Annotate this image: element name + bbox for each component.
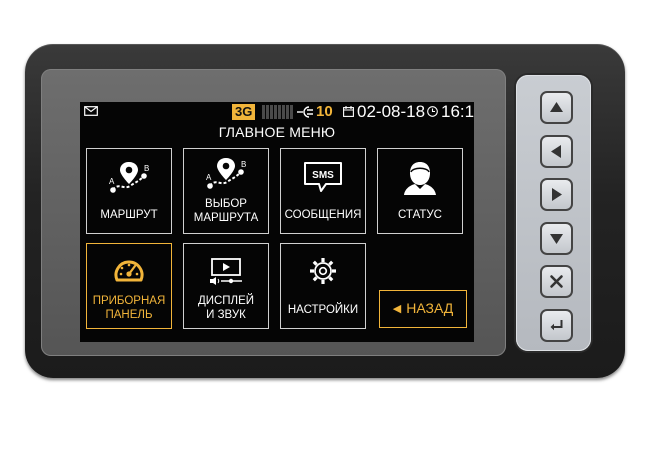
close-icon [550, 275, 563, 288]
enter-icon [550, 320, 563, 331]
settings-tile[interactable]: НАСТРОЙКИ [280, 243, 366, 329]
display-sound-icon [210, 258, 242, 285]
back-button[interactable]: ◀ НАЗАД [379, 290, 467, 328]
envelope-icon [84, 106, 98, 116]
route-point-a: A [109, 177, 115, 186]
route-point-b: B [241, 160, 246, 169]
time-text: 16:15 [441, 102, 474, 121]
down-arrow-icon [550, 234, 563, 244]
clock-icon [427, 106, 438, 117]
tile-label-line2: И ЗВУК [206, 309, 246, 321]
screen: 3G 10 02-08-18 16:15 ГЛАВНОЕ МЕНЮ [80, 102, 474, 342]
route-icon: A B [109, 162, 149, 193]
gear-icon [310, 258, 336, 284]
left-button[interactable] [540, 135, 573, 168]
left-arrow-icon [551, 145, 561, 158]
sms-icon-text: SMS [312, 170, 334, 181]
messages-tile[interactable]: SMS СООБЩЕНИЯ [280, 148, 366, 234]
up-arrow-icon [550, 102, 563, 112]
route-point-a: A [206, 173, 212, 182]
dashboard-gauge-icon [114, 260, 144, 282]
status-tile[interactable]: СТАТУС [377, 148, 463, 234]
tile-label-line1: ДИСПЛЕЙ [197, 295, 255, 307]
status-bar: 3G 10 02-08-18 16:15 [80, 102, 474, 122]
route-tile[interactable]: A B МАРШРУТ [86, 148, 172, 234]
enter-button[interactable] [540, 309, 573, 342]
back-label: НАЗАД [406, 300, 454, 316]
tile-label: МАРШРУТ [100, 209, 158, 221]
close-button[interactable] [540, 265, 573, 298]
tile-label-line1: ВЫБОР [205, 198, 247, 210]
sms-icon: SMS [304, 162, 342, 192]
back-arrow-icon: ◀ [392, 303, 402, 315]
down-button[interactable] [540, 222, 573, 255]
network-badge: 3G [232, 104, 256, 120]
tile-label-line1: ПРИБОРНАЯ [92, 295, 166, 307]
right-button[interactable] [540, 178, 573, 211]
signal-bars-icon [262, 105, 293, 119]
route-select-tile[interactable]: A B ВЫБОР МАРШРУТА [183, 148, 269, 234]
tile-label: НАСТРОЙКИ [287, 304, 359, 316]
up-button[interactable] [540, 91, 573, 124]
route-select-icon: A B [206, 158, 246, 189]
tile-label-line2: МАРШРУТА [193, 212, 259, 224]
satellite-plug-icon [297, 106, 313, 118]
user-status-icon [404, 162, 436, 195]
tile-label-line2: ПАНЕЛЬ [105, 309, 153, 321]
page-title: ГЛАВНОЕ МЕНЮ [218, 124, 336, 140]
display-sound-tile[interactable]: ДИСПЛЕЙ И ЗВУК [183, 243, 269, 329]
right-arrow-icon [552, 188, 562, 201]
tile-label: СТАТУС [398, 209, 442, 221]
route-point-b: B [144, 164, 149, 173]
satellite-count: 10 [316, 103, 333, 120]
tile-label: СООБЩЕНИЯ [284, 209, 362, 221]
dashboard-tile[interactable]: ПРИБОРНАЯ ПАНЕЛЬ [86, 243, 172, 329]
calendar-icon [343, 106, 354, 117]
date-text: 02-08-18 [357, 102, 426, 121]
